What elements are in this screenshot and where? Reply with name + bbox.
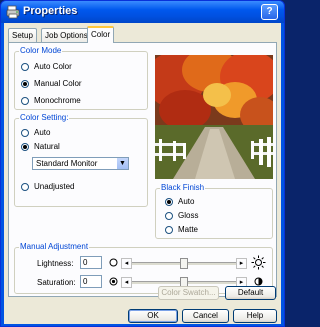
radio-setting-unadjusted[interactable]: Unadjusted [21, 182, 74, 191]
black-finish-group: Black Finish Auto Gloss Matte [155, 183, 273, 239]
title-bar[interactable]: Properties ? [1, 1, 284, 23]
radio-label: Auto Color [34, 62, 72, 71]
radio-label: Manual Color [34, 79, 82, 88]
low-saturation-icon [109, 277, 118, 286]
monitor-select[interactable]: Standard Monitor ▼ [32, 157, 129, 170]
saturation-input[interactable]: 0 [80, 275, 102, 288]
radio-indicator [21, 96, 29, 105]
color-mode-group: Color Mode Auto Color Manual Color Monoc… [14, 46, 148, 110]
radio-indicator-selected [21, 79, 29, 88]
sun-icon [251, 255, 266, 270]
radio-setting-auto[interactable]: Auto [21, 128, 50, 137]
ok-button[interactable]: OK [128, 309, 178, 323]
lightness-input[interactable]: 0 [80, 256, 102, 269]
lightness-slider[interactable]: ◂ ▸ [121, 258, 247, 269]
radio-label: Unadjusted [34, 182, 75, 191]
arrow-left-icon[interactable]: ◂ [121, 277, 132, 288]
radio-indicator-selected [165, 197, 173, 206]
arrow-right-icon[interactable]: ▸ [236, 258, 247, 269]
color-swatch-button[interactable]: Color Swatch... [158, 286, 219, 300]
radio-auto-color[interactable]: Auto Color [21, 62, 72, 71]
title-help-button[interactable]: ? [261, 4, 278, 20]
radio-label: Matte [178, 225, 199, 234]
slider-thumb[interactable] [180, 258, 188, 269]
radio-label: Monochrome [34, 96, 81, 105]
radio-label: Auto [178, 197, 195, 206]
radio-manual-color[interactable]: Manual Color [21, 79, 82, 88]
dialog-client: Setup Job Options Color Color Mode Auto … [4, 23, 281, 324]
radio-label: Natural [34, 142, 60, 151]
radio-indicator [21, 182, 29, 191]
radio-black-auto[interactable]: Auto [165, 197, 194, 206]
radio-monochrome[interactable]: Monochrome [21, 96, 81, 105]
color-preview-image [155, 55, 273, 179]
radio-indicator [21, 62, 29, 71]
cancel-button[interactable]: Cancel [182, 309, 229, 323]
arrow-left-icon[interactable]: ◂ [121, 258, 132, 269]
lightness-label: Lightness: [37, 259, 74, 268]
radio-indicator [165, 211, 173, 220]
default-button[interactable]: Default [225, 286, 276, 300]
tab-setup[interactable]: Setup [8, 28, 37, 42]
radio-indicator [21, 128, 29, 137]
color-setting-group: Color Setting: Auto Natural Standard Mon… [14, 113, 148, 207]
chevron-down-icon[interactable]: ▼ [116, 158, 128, 169]
properties-window: Properties ? Setup Job Options Color Col… [0, 0, 285, 327]
radio-label: Auto [34, 128, 51, 137]
radio-indicator-selected [21, 142, 29, 151]
printer-icon [6, 5, 20, 19]
color-mode-title: Color Mode [19, 46, 63, 55]
half-circle-icon [254, 277, 263, 286]
tab-job-options[interactable]: Job Options [41, 28, 92, 42]
radio-black-matte[interactable]: Matte [165, 225, 198, 234]
window-title: Properties [23, 5, 78, 17]
dark-circle-icon [109, 258, 118, 267]
saturation-label: Saturation: [37, 278, 76, 287]
manual-adjustment-title: Manual Adjustment [19, 242, 90, 251]
radio-setting-natural[interactable]: Natural [21, 142, 60, 151]
radio-indicator [165, 225, 173, 234]
color-setting-title: Color Setting: [19, 113, 70, 122]
black-finish-title: Black Finish [160, 183, 206, 192]
radio-black-gloss[interactable]: Gloss [165, 211, 198, 220]
radio-label: Gloss [178, 211, 199, 220]
monitor-select-value: Standard Monitor [36, 159, 98, 168]
help-button[interactable]: Help [233, 309, 277, 323]
color-tab-panel: Color Mode Auto Color Manual Color Monoc… [8, 42, 277, 297]
tab-color[interactable]: Color [87, 26, 115, 43]
